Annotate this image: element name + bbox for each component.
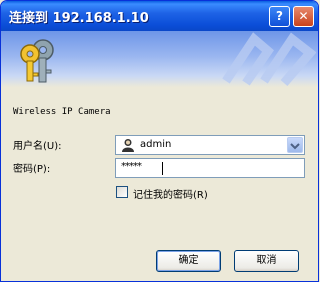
cancel-button[interactable]: 取消 <box>234 250 299 272</box>
remember-password-label[interactable]: 记住我的密码(R) <box>133 186 208 201</box>
close-button[interactable]: ✕ <box>293 6 314 27</box>
password-value: ***** <box>121 161 142 172</box>
remember-password-checkbox[interactable] <box>116 186 128 198</box>
chevron-down-icon <box>290 143 300 150</box>
password-label: 密码(P): <box>13 164 51 175</box>
username-label: 用户名(U): <box>13 141 62 152</box>
username-combobox[interactable]: admin <box>115 135 305 155</box>
dropdown-arrow-button[interactable] <box>287 137 303 153</box>
close-icon: ✕ <box>298 9 309 23</box>
username-value: admin <box>140 139 172 150</box>
camera-realm-label: Wireless IP Camera <box>13 107 111 117</box>
text-caret <box>162 162 163 175</box>
user-icon <box>122 139 134 152</box>
dialog-banner <box>1 31 318 87</box>
help-icon: ? <box>276 9 283 23</box>
title-bar[interactable]: 连接到 192.168.1.10 ? ✕ <box>1 1 318 31</box>
login-dialog: 连接到 192.168.1.10 ? ✕ Wireless IP Camera … <box>0 0 319 282</box>
window-title: 连接到 192.168.1.10 <box>9 11 149 26</box>
password-field[interactable]: ***** <box>115 158 305 178</box>
keys-icon <box>20 39 54 83</box>
ok-button[interactable]: 确定 <box>156 250 221 272</box>
help-button[interactable]: ? <box>269 6 290 27</box>
keys-watermark-icon <box>222 32 316 86</box>
